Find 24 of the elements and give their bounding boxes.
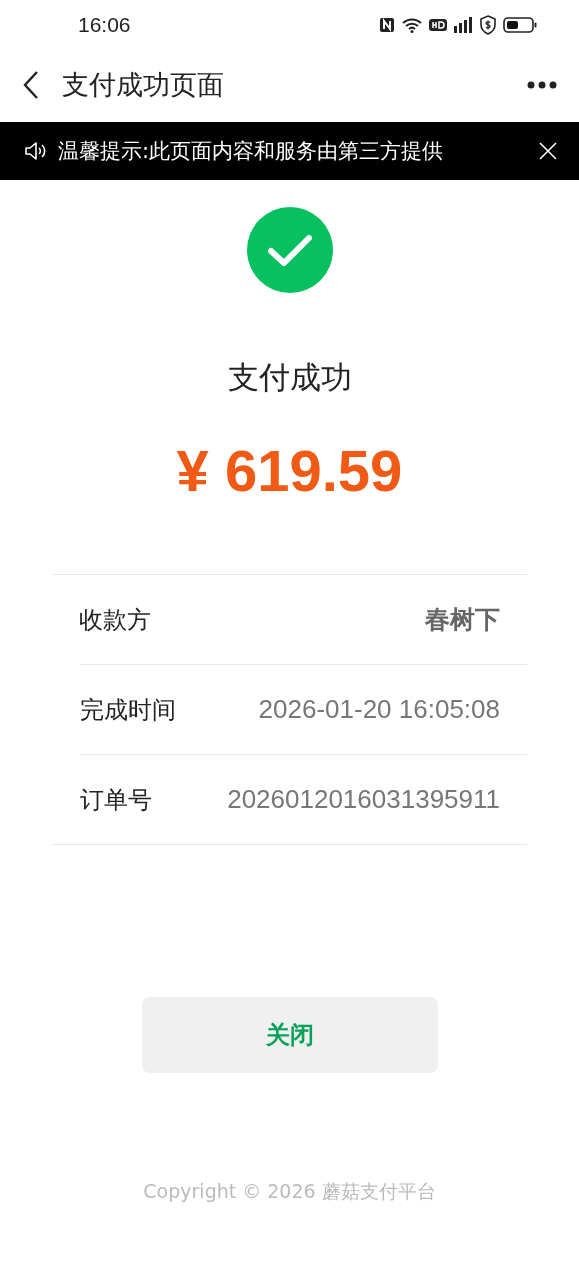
detail-label: 完成时间: [80, 694, 176, 726]
battery-icon: [503, 17, 537, 33]
signal-icon: [453, 16, 473, 34]
more-icon[interactable]: [527, 81, 557, 89]
page-title: 支付成功页面: [62, 68, 225, 102]
notice-text: 温馨提示:此页面内容和服务由第三方提供: [58, 138, 445, 165]
speaker-icon: [24, 141, 48, 161]
detail-value: 春树下: [425, 604, 500, 636]
close-icon[interactable]: [539, 142, 557, 160]
detail-label: 收款方: [79, 604, 151, 636]
copyright-text: Copyright © 2026 蘑菇支付平台: [142, 1179, 437, 1204]
close-button[interactable]: 关闭: [141, 997, 438, 1073]
back-icon[interactable]: [22, 70, 40, 100]
hd-icon: [429, 18, 447, 32]
success-check-icon: [246, 207, 333, 293]
detail-label: 订单号: [80, 784, 152, 816]
payment-amount: ¥ 619.59: [176, 437, 403, 504]
status-time: 16:06: [78, 13, 131, 37]
wifi-icon: [401, 17, 423, 33]
result-title: 支付成功: [227, 358, 352, 397]
shield-icon: [479, 15, 497, 35]
detail-value: 2026012016031395911: [227, 784, 500, 815]
detail-value: 2026-01-20 16:05:08: [258, 694, 500, 725]
nfc-icon: [379, 17, 395, 33]
